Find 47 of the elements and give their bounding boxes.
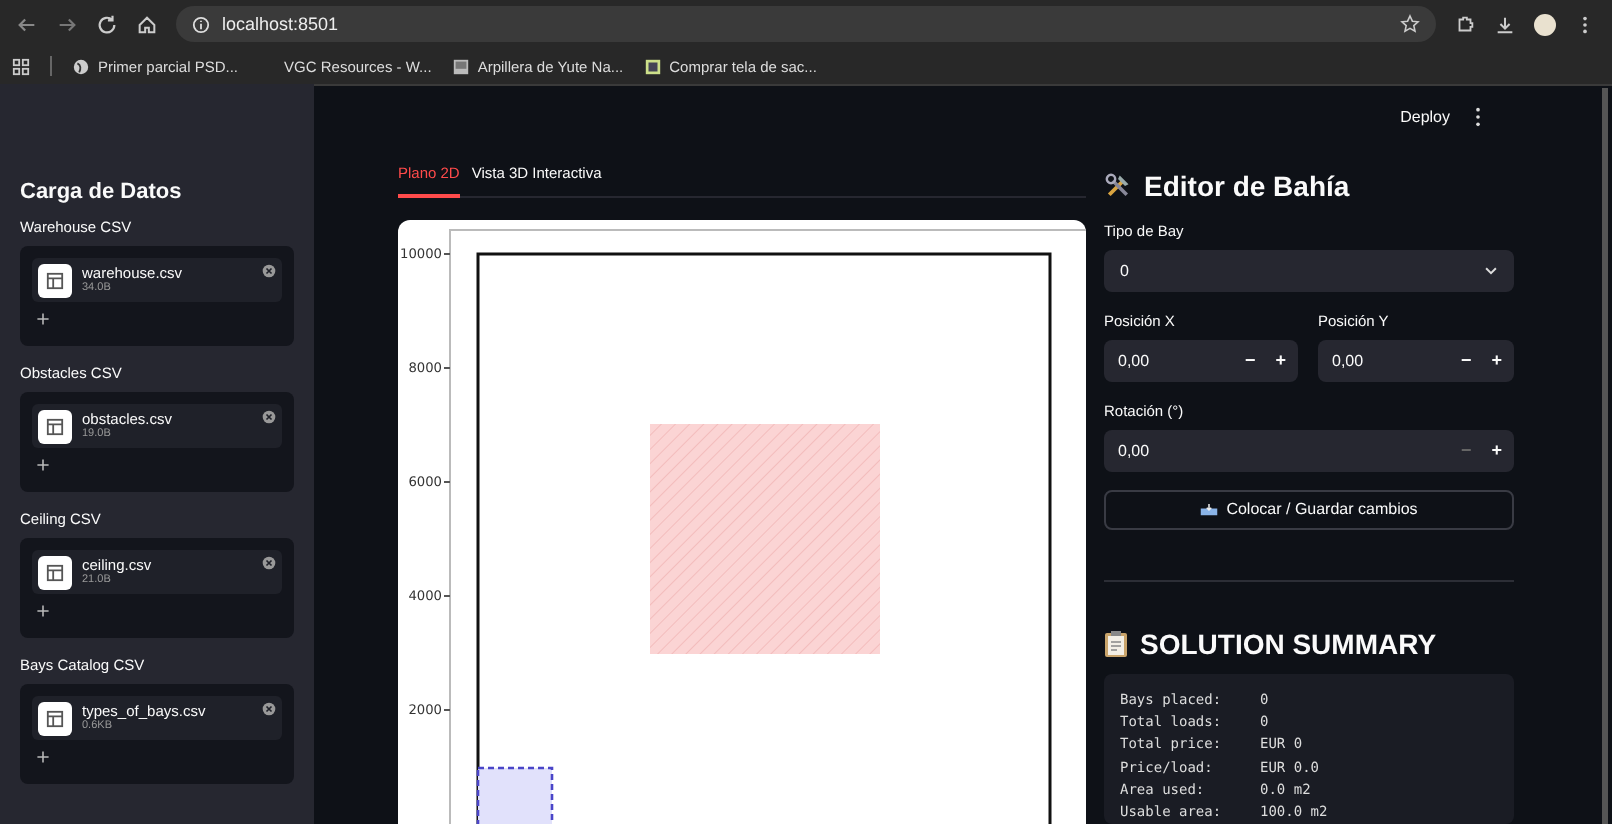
back-icon[interactable] [16, 13, 38, 35]
home-icon[interactable] [136, 13, 158, 35]
tray-icon [1200, 503, 1219, 516]
editor-title: Editor de Bahía [1144, 170, 1350, 202]
decrement-button[interactable]: − [1460, 350, 1472, 371]
bay-type-select[interactable]: 0 [1104, 250, 1514, 292]
more-icon[interactable] [1474, 106, 1482, 128]
decrement-button[interactable]: − [1244, 350, 1256, 371]
reload-icon[interactable] [96, 13, 118, 35]
profile-avatar[interactable] [1534, 13, 1556, 35]
add-icon[interactable] [36, 604, 50, 618]
add-icon[interactable] [36, 458, 50, 472]
number-input[interactable]: 0,00 [1332, 351, 1441, 370]
page-icon [643, 57, 662, 75]
download-icon[interactable] [1494, 13, 1516, 35]
increment-button[interactable]: + [1275, 350, 1286, 371]
number-input[interactable]: 0,00 [1118, 441, 1441, 460]
remove-icon[interactable] [262, 410, 276, 424]
table-icon [38, 701, 72, 735]
table-icon [38, 409, 72, 443]
clipboard-icon [1104, 630, 1128, 659]
table-icon [38, 263, 72, 297]
remove-icon[interactable] [262, 702, 276, 716]
increment-button[interactable]: + [1491, 440, 1502, 461]
star-icon[interactable] [1400, 14, 1420, 34]
remove-icon[interactable] [262, 264, 276, 278]
deploy-button[interactable]: Deploy [1400, 108, 1450, 126]
extensions-icon[interactable] [1454, 13, 1476, 35]
bay-outline [476, 766, 554, 824]
remove-icon[interactable] [262, 556, 276, 570]
chevron-down-icon [1484, 265, 1498, 276]
globe-icon [72, 57, 90, 75]
image-icon [451, 57, 470, 75]
summary-title: SOLUTION SUMMARY [1140, 628, 1437, 661]
increment-button[interactable]: + [1491, 350, 1502, 371]
forward-icon[interactable] [56, 13, 78, 35]
scrollbar[interactable] [1602, 88, 1608, 824]
info-icon [192, 15, 210, 33]
tools-icon [1104, 172, 1132, 200]
address-bar[interactable]: localhost:8501 [176, 6, 1436, 42]
table-icon [38, 555, 72, 589]
save-button[interactable]: Colocar / Guardar cambios [1104, 489, 1514, 531]
add-icon[interactable] [36, 750, 50, 764]
apps-icon[interactable] [12, 57, 30, 75]
add-icon[interactable] [36, 312, 50, 326]
sidebar-title: Carga de Datos [20, 180, 184, 204]
number-input[interactable]: 0,00 [1118, 351, 1225, 370]
